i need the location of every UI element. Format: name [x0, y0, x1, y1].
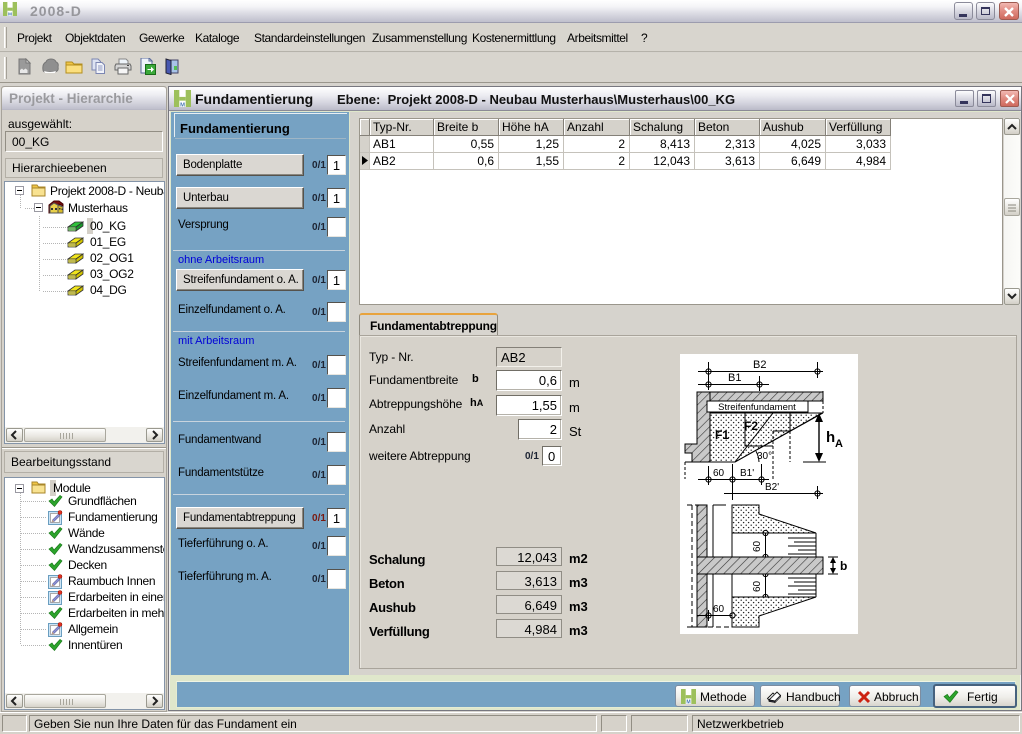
- svg-text:F1: F1: [715, 428, 729, 442]
- svg-text:B1: B1: [728, 372, 741, 384]
- svg-text:M: M: [180, 102, 185, 107]
- svg-text:B1': B1': [740, 468, 754, 479]
- svg-text:B2: B2: [753, 359, 766, 371]
- svg-text:Streifenfundament: Streifenfundament: [718, 402, 796, 413]
- svg-text:60: 60: [713, 468, 725, 479]
- svg-text:60: 60: [752, 540, 763, 552]
- svg-text:B2': B2': [765, 482, 779, 493]
- svg-text:M: M: [8, 12, 12, 16]
- svg-text:60: 60: [713, 604, 725, 615]
- svg-text:60: 60: [752, 580, 763, 592]
- svg-text:F2: F2: [744, 419, 758, 433]
- svg-text:h: h: [826, 429, 835, 446]
- svg-text:M: M: [686, 700, 690, 704]
- svg-text:b: b: [840, 559, 847, 573]
- svg-text:A: A: [835, 438, 843, 450]
